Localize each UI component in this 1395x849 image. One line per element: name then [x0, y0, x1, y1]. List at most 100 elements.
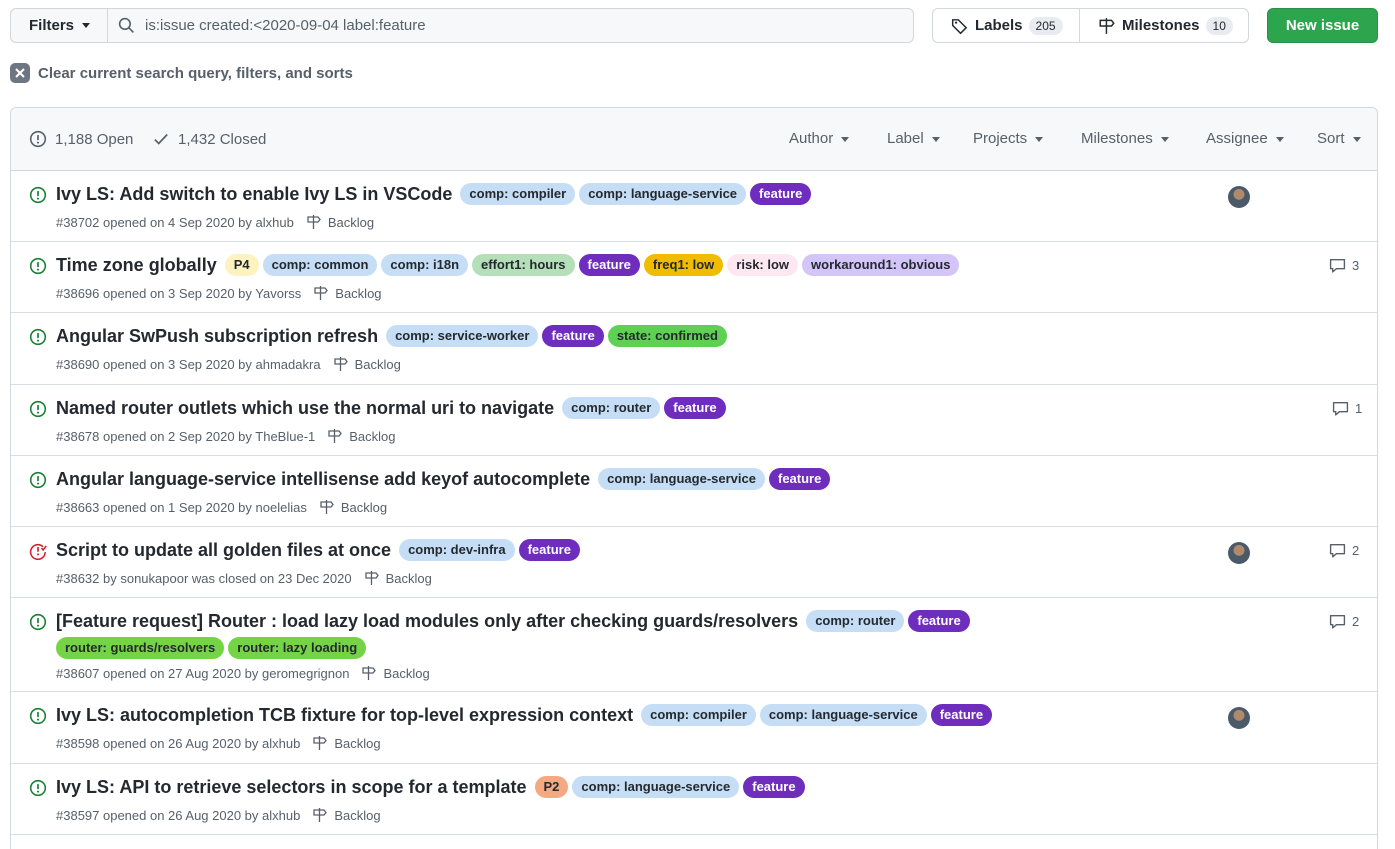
- issue-milestone-link[interactable]: Backlog: [319, 499, 387, 515]
- assignee-filter[interactable]: Assignee: [1206, 130, 1284, 147]
- clear-filters-label: Clear current search query, filters, and…: [38, 64, 353, 82]
- clear-filters-link[interactable]: Clear current search query, filters, and…: [10, 63, 353, 83]
- issue-rows: Ivy LS: Add switch to enable Ivy LS in V…: [11, 171, 1377, 835]
- chevron-down-icon: [1352, 136, 1361, 142]
- issue-label[interactable]: router: lazy loading: [228, 637, 367, 659]
- labels-label: Labels: [975, 17, 1023, 34]
- issue-milestone-link[interactable]: Backlog: [333, 356, 401, 372]
- issue-milestone-label: Backlog: [335, 285, 382, 301]
- issue-title-link[interactable]: Time zone globally: [56, 255, 217, 276]
- comments-link[interactable]: 2: [1329, 542, 1359, 559]
- comments-link[interactable]: 3: [1329, 257, 1359, 274]
- filters-button[interactable]: Filters: [10, 8, 108, 43]
- issue-title-link[interactable]: Ivy LS: autocompletion TCB fixture for t…: [56, 705, 633, 726]
- search-input[interactable]: [145, 17, 905, 34]
- comments-link[interactable]: 2: [1329, 613, 1359, 630]
- issue-label[interactable]: feature: [578, 254, 640, 276]
- issue-row[interactable]: Script to update all golden files at onc…: [11, 527, 1377, 598]
- issue-title-link[interactable]: Angular SwPush subscription refresh: [56, 326, 378, 347]
- issue-label[interactable]: comp: i18n: [381, 254, 469, 276]
- new-issue-button[interactable]: New issue: [1267, 8, 1378, 43]
- chevron-down-icon: [1035, 136, 1044, 142]
- issue-milestone-link[interactable]: Backlog: [306, 214, 374, 230]
- issue-label[interactable]: feature: [518, 539, 580, 561]
- author-filter-label: Author: [789, 130, 834, 147]
- closed-issues-tab[interactable]: 1,432 Closed: [152, 130, 266, 148]
- issue-label[interactable]: comp: service-worker: [386, 325, 539, 347]
- milestones-filter[interactable]: Milestones: [1081, 130, 1169, 147]
- issue-label[interactable]: P2: [534, 776, 569, 798]
- issue-milestone-link[interactable]: Backlog: [327, 428, 396, 444]
- issue-meta: #38663 opened on 1 Sep 2020 by noelelias…: [56, 499, 387, 515]
- issue-label[interactable]: freq1: low: [643, 254, 724, 276]
- assignee-avatar[interactable]: [1228, 542, 1250, 564]
- issue-row[interactable]: Ivy LS: Add switch to enable Ivy LS in V…: [11, 171, 1377, 242]
- issue-label[interactable]: comp: compiler: [460, 183, 576, 205]
- issue-label[interactable]: comp: language-service: [572, 776, 740, 798]
- issue-label[interactable]: comp: common: [262, 254, 378, 276]
- issue-meta: #38702 opened on 4 Sep 2020 by alxhub Bac…: [56, 214, 374, 230]
- issue-label[interactable]: feature: [908, 610, 970, 632]
- issue-title-link[interactable]: Ivy LS: Add switch to enable Ivy LS in V…: [56, 184, 452, 205]
- issue-label[interactable]: comp: router: [562, 397, 661, 419]
- labels-button[interactable]: Labels 205: [932, 8, 1080, 43]
- chevron-down-icon: [841, 136, 850, 142]
- issue-label[interactable]: comp: language-service: [598, 468, 765, 490]
- issue-row[interactable]: Angular language-service intellisense ad…: [11, 456, 1377, 527]
- issue-milestone-link[interactable]: Backlog: [364, 570, 432, 586]
- issue-opened-icon: [29, 130, 47, 148]
- issue-title-link[interactable]: Angular language-service intellisense ad…: [56, 469, 590, 490]
- issue-row[interactable]: Time zone globally P4 comp: common comp: i1…: [11, 242, 1377, 313]
- issue-row[interactable]: Ivy LS: API to retrieve selectors in sco…: [11, 764, 1377, 835]
- milestones-button[interactable]: Milestones 10: [1079, 8, 1249, 43]
- issue-opened-icon: [29, 186, 47, 207]
- issue-milestone-link[interactable]: Backlog: [312, 735, 381, 751]
- issue-title-link[interactable]: Ivy LS: API to retrieve selectors in sco…: [56, 777, 527, 798]
- assignee-avatar[interactable]: [1228, 707, 1250, 729]
- assignee-avatar[interactable]: [1228, 186, 1250, 208]
- issue-label[interactable]: risk: low: [727, 254, 799, 276]
- label-filter[interactable]: Label: [887, 130, 940, 147]
- issue-label[interactable]: feature: [768, 468, 831, 490]
- author-filter[interactable]: Author: [789, 130, 850, 147]
- issue-milestone-link[interactable]: Backlog: [312, 807, 381, 823]
- issue-label[interactable]: router: guards/resolvers: [56, 637, 225, 659]
- issue-label[interactable]: P4: [224, 254, 259, 276]
- issue-label[interactable]: feature: [750, 183, 812, 205]
- issue-row[interactable]: [Feature request] Router : load lazy loa…: [11, 598, 1377, 692]
- issue-label[interactable]: comp: compiler: [641, 704, 756, 726]
- issue-opened-icon: [29, 471, 47, 492]
- issue-label[interactable]: feature: [664, 397, 726, 419]
- issue-label[interactable]: effort1: hours: [472, 254, 575, 276]
- issue-label[interactable]: state: confirmed: [607, 325, 727, 347]
- issue-row[interactable]: Angular SwPush subscription refresh comp:…: [11, 313, 1377, 385]
- issue-label[interactable]: comp: language-service: [759, 704, 927, 726]
- issue-label[interactable]: workaround1: obvious: [802, 254, 960, 276]
- issue-label[interactable]: feature: [542, 325, 604, 347]
- open-issues-tab[interactable]: 1,188 Open: [29, 130, 133, 148]
- sort-filter[interactable]: Sort: [1317, 130, 1361, 147]
- comment-count: 1: [1355, 401, 1363, 416]
- issue-meta-text: #38597 opened on 26 Aug 2020 by alxhub: [56, 807, 301, 823]
- issue-label[interactable]: comp: dev-infra: [399, 539, 515, 561]
- issue-label[interactable]: feature: [743, 776, 805, 798]
- search-field[interactable]: [107, 8, 914, 43]
- issue-title-link[interactable]: Script to update all golden files at onc…: [56, 540, 391, 561]
- issue-meta: #38607 opened on 27 Aug 2020 by geromegr…: [56, 665, 430, 681]
- projects-filter[interactable]: Projects: [973, 130, 1044, 147]
- issue-row[interactable]: Named router outlets which use the norma…: [11, 385, 1377, 456]
- issue-title-link[interactable]: Named router outlets which use the norma…: [56, 398, 554, 419]
- comments-link[interactable]: 1: [1332, 400, 1362, 417]
- issue-row[interactable]: Ivy LS: autocompletion TCB fixture for t…: [11, 692, 1377, 764]
- issue-meta: #38632 by sonukapoor was closed on 23 De…: [56, 570, 432, 586]
- issue-milestone-link[interactable]: Backlog: [313, 285, 382, 301]
- issue-label[interactable]: comp: router: [806, 610, 905, 632]
- issue-milestone-link[interactable]: Backlog: [361, 665, 430, 681]
- issue-label[interactable]: comp: language-service: [579, 183, 747, 205]
- issue-title-line: Script to update all golden files at onc…: [56, 539, 580, 561]
- issue-opened-icon: [29, 400, 47, 421]
- assignee-filter-label: Assignee: [1206, 130, 1268, 147]
- milestone-icon: [1099, 17, 1115, 34]
- issue-label[interactable]: feature: [930, 704, 993, 726]
- issue-title-link[interactable]: [Feature request] Router : load lazy loa…: [56, 611, 798, 632]
